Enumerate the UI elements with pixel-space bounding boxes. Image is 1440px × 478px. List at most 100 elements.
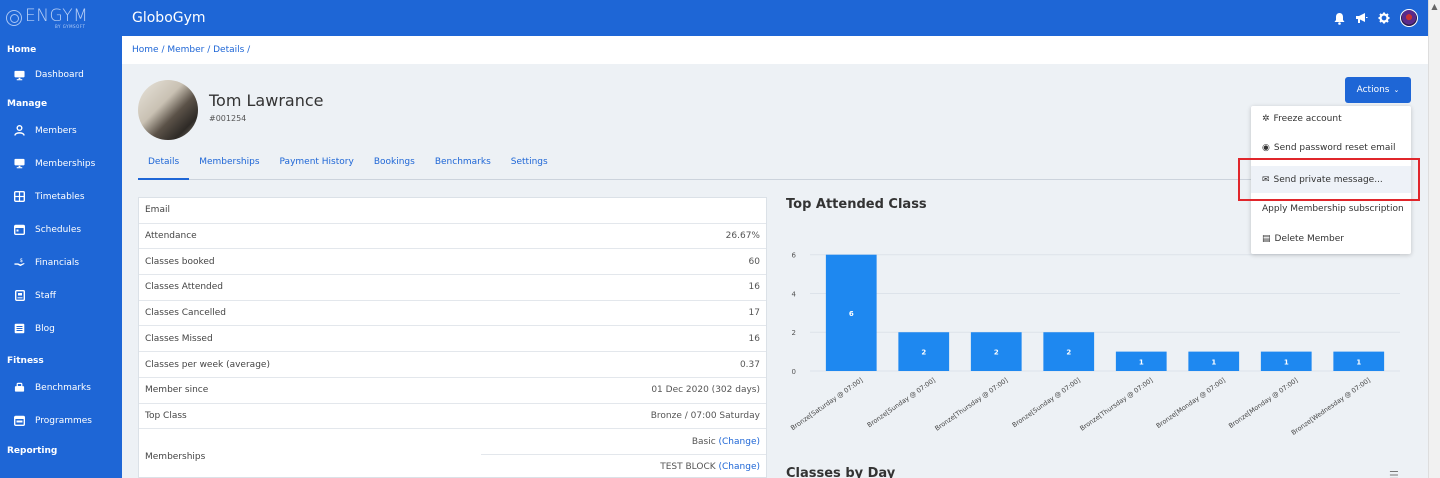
tab-settings[interactable]: Settings [501,150,558,180]
change-membership-link[interactable]: (Change) [719,437,760,447]
row-label: Member since [145,385,209,396]
x-tick-label: Bronze[Wednesday @ 07:00] [1290,376,1372,437]
table-row: Classes Cancelled 17 [139,301,766,327]
table-row: Classes per week (average) 0.37 [139,352,766,378]
logo-icon [6,10,22,26]
x-tick-label: Bronze[Monday @ 07:00] [1155,376,1227,430]
row-value: 16 [748,282,760,293]
sidebar-item-label: Members [35,125,77,136]
y-tick-label: 6 [792,252,797,260]
table-row: Member since 01 Dec 2020 (302 days) [139,378,766,404]
tab-benchmarks[interactable]: Benchmarks [425,150,501,180]
sidebar-item-label: Programmes [35,415,92,426]
row-label: Classes per week (average) [145,359,270,370]
snowflake-icon: ✲ [1262,114,1270,124]
brand-name: ENGYM [25,5,89,26]
bell-icon[interactable] [1334,12,1345,25]
x-tick-label: Bronze[Sunday @ 07:00] [1011,376,1082,429]
details-table: Email Attendance 26.67% Classes booked 60 … [138,197,767,478]
section-manage: Manage [7,99,48,109]
menu-item-send-password-reset[interactable]: ◉ Send password reset email [1262,143,1395,153]
sidebar-item-timetables[interactable]: Timetables [0,180,122,213]
table-row: Attendance 26.67% [139,224,766,250]
chevron-down-icon: ⌄ [1393,86,1400,94]
top-bar: GloboGym [122,0,1428,36]
menu-item-freeze-account[interactable]: ✲ Freeze account [1262,114,1342,124]
menu-item-delete-member[interactable]: ▤ Delete Member [1262,234,1344,244]
profile-id: #001254 [209,114,247,123]
chart-menu-icon[interactable]: ☰ [1389,469,1399,478]
actions-label: Actions [1356,85,1390,95]
row-label: Attendance [145,231,197,242]
user-avatar[interactable] [1400,9,1418,27]
tab-bar: Details Memberships Payment History Book… [138,150,1400,180]
section-reporting: Reporting [7,446,58,456]
sidebar-item-financials[interactable]: $ Financials [0,246,122,279]
x-tick-label: Bronze[Thursday @ 07:00] [933,376,1009,433]
row-value: 16 [748,333,760,344]
sidebar-item-blog[interactable]: Blog [0,312,122,345]
data-label: 2 [921,349,926,357]
row-label: Classes Cancelled [145,308,227,319]
megaphone-icon[interactable] [1355,12,1368,24]
data-label: 6 [849,310,854,318]
table-row: Classes Attended 16 [139,275,766,301]
brand-sub: BY GYMSOFT [55,23,86,29]
y-tick-label: 2 [792,329,796,337]
data-label: 1 [1356,358,1361,366]
menu-item-label: Apply Membership subscription [1262,204,1404,214]
svg-text:$: $ [20,258,24,264]
memberships-row: Memberships Basic (Change) TEST BLOCK (C… [139,429,766,478]
x-tick-label: Bronze[Monday @ 07:00] [1227,376,1299,430]
row-label: Classes booked [145,256,215,267]
sidebar-item-memberships[interactable]: Memberships [0,147,122,180]
data-label: 1 [1284,358,1289,366]
sidebar-item-label: Benchmarks [35,382,91,393]
gear-icon[interactable] [1378,12,1390,24]
menu-item-label: Freeze account [1273,114,1342,124]
sidebar-item-label: Financials [35,257,80,268]
calendar-icon [14,415,25,426]
data-label: 2 [994,349,999,357]
table-row: Top Class Bronze / 07:00 Saturday [139,404,766,430]
sidebar: ENGYM BY GYMSOFT Home Dashboard Manage M… [0,0,122,478]
sidebar-item-dashboard[interactable]: Dashboard [0,60,122,90]
scrollbar[interactable]: ▲ [1428,0,1440,478]
section-fitness: Fitness [7,356,44,366]
tab-bookings[interactable]: Bookings [364,150,425,180]
highlight-annotation [1238,158,1420,201]
newspaper-icon [14,323,25,334]
x-tick-label: Bronze[Sunday @ 07:00] [866,376,937,429]
row-value: 0.37 [739,359,760,370]
membership-item: Basic (Change) [692,437,760,447]
sidebar-item-benchmarks[interactable]: Benchmarks [0,371,122,404]
chart2-title: Classes by Day [786,466,896,478]
sidebar-item-programmes[interactable]: Programmes [0,404,122,437]
tab-payment-history[interactable]: Payment History [270,150,364,180]
row-label: Classes Missed [145,333,213,344]
grid-icon [14,191,25,202]
scroll-up-icon[interactable]: ▲ [1429,2,1440,11]
change-membership-link[interactable]: (Change) [719,462,760,472]
data-label: 1 [1211,358,1216,366]
sidebar-item-members[interactable]: Members [0,114,122,147]
membership-item: TEST BLOCK (Change) [660,462,760,472]
x-tick-label: Bronze[Thursday @ 07:00] [1078,376,1154,433]
table-row: Classes booked 60 [139,249,766,276]
tab-memberships[interactable]: Memberships [189,150,269,180]
sidebar-item-staff[interactable]: Staff [0,279,122,312]
menu-item-apply-membership[interactable]: Apply Membership subscription [1262,204,1404,214]
row-label: Memberships [145,452,206,462]
actions-button[interactable]: Actions ⌄ [1345,77,1411,103]
tab-details[interactable]: Details [138,150,190,180]
calendar-icon [14,224,25,235]
table-row: Email [139,198,766,224]
profile-avatar [138,80,198,140]
breadcrumb[interactable]: Home / Member / Details / [122,36,1428,64]
section-home: Home [7,45,37,55]
brand-logo[interactable]: ENGYM BY GYMSOFT [0,0,122,36]
sidebar-item-label: Blog [35,323,55,334]
y-tick-label: 0 [792,368,796,376]
top-attended-class-chart: 0 2 4 6 6 Bronze[Saturday @ 07:00] 2 Bronze[Sun… [789,252,1400,437]
sidebar-item-schedules[interactable]: Schedules [0,213,122,246]
